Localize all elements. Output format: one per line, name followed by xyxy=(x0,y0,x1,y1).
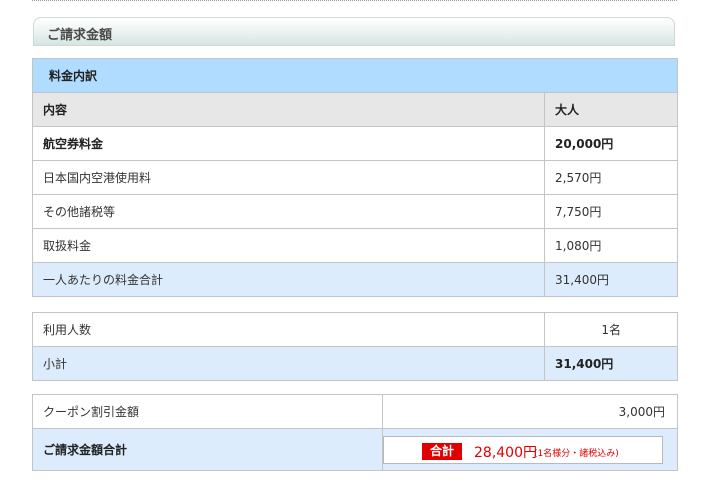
grand-total-box: 合計 28,400円 (1名様分・諸税込み) xyxy=(383,435,663,464)
fare-breakdown-title: 料金内訳 xyxy=(31,58,679,93)
fare-row-label: 取扱料金 xyxy=(32,228,545,263)
coupon-value: 3,000円 xyxy=(382,394,678,429)
subtotal-label: 小計 xyxy=(32,346,545,381)
billing-section-title: ご請求金額 xyxy=(47,28,113,43)
fare-row-label: その他諸税等 xyxy=(32,194,545,229)
people-count-row: 利用人数 1名 xyxy=(32,312,678,347)
billing-section-header: ご請求金額 xyxy=(33,17,675,46)
fare-row-value: 1,080円 xyxy=(543,228,679,263)
people-subtotal-table: 利用人数 1名 小計 31,400円 xyxy=(32,312,678,381)
grand-total-note: (1名様分・諸税込み) xyxy=(534,448,619,459)
fare-breakdown-table: 料金内訳 内容 大人 航空券料金 20,000円 日本国内空港使用料 2,570… xyxy=(31,58,679,297)
per-person-total-label: 一人あたりの料金合計 xyxy=(32,262,545,297)
per-person-total-row: 一人あたりの料金合計 31,400円 xyxy=(32,262,679,297)
table-row: 取扱料金 1,080円 xyxy=(32,228,679,263)
fare-row-label: 日本国内空港使用料 xyxy=(32,160,545,195)
fare-row-value: 20,000円 xyxy=(543,126,679,161)
total-table: クーポン割引金額 3,000円 ご請求金額合計 合計 28,400円 (1名様分… xyxy=(32,394,678,471)
people-count-label: 利用人数 xyxy=(32,312,545,347)
top-dotted-divider xyxy=(32,0,677,1)
total-badge: 合計 xyxy=(422,442,463,460)
fare-row-value: 2,570円 xyxy=(543,160,679,195)
header-content: 内容 xyxy=(32,92,545,127)
per-person-total-value: 31,400円 xyxy=(543,262,679,297)
grand-total-cell: 合計 28,400円 (1名様分・諸税込み) xyxy=(382,428,678,471)
grand-total-row: ご請求金額合計 合計 28,400円 (1名様分・諸税込み) xyxy=(32,428,678,471)
table-row: その他諸税等 7,750円 xyxy=(32,194,679,229)
table-row: 日本国内空港使用料 2,570円 xyxy=(32,160,679,195)
header-adult: 大人 xyxy=(543,92,679,127)
grand-total-label: ご請求金額合計 xyxy=(32,428,383,471)
subtotal-row: 小計 31,400円 xyxy=(32,346,678,381)
table-row: 航空券料金 20,000円 xyxy=(32,126,679,161)
fare-row-value: 7,750円 xyxy=(543,194,679,229)
fare-breakdown-header-row: 内容 大人 xyxy=(32,92,679,127)
fare-row-label: 航空券料金 xyxy=(32,126,545,161)
coupon-row: クーポン割引金額 3,000円 xyxy=(32,394,678,429)
grand-total-amount: 28,400円 xyxy=(474,444,537,461)
fare-breakdown-title-row: 料金内訳 xyxy=(31,58,679,93)
people-count-value: 1名 xyxy=(544,312,678,347)
subtotal-value: 31,400円 xyxy=(544,346,678,381)
coupon-label: クーポン割引金額 xyxy=(32,394,383,429)
